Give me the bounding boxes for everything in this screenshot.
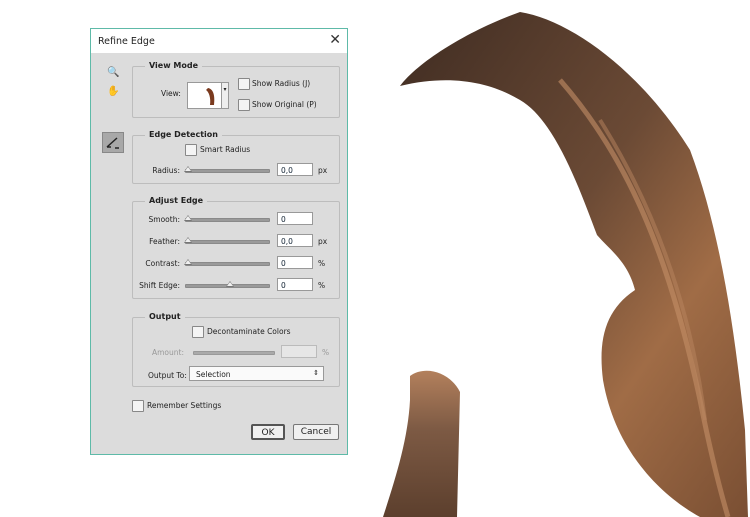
amount-unit: % [322,348,330,357]
cancel-button[interactable]: Cancel [293,424,339,440]
output-to-value: Selection [196,370,231,379]
amount-slider [193,351,275,355]
adjust-edge-slider-thumb[interactable] [184,237,192,243]
chevron-down-icon[interactable]: ▾ [221,83,228,108]
adjust-edge-slider[interactable] [185,262,270,266]
output-group: Output Decontaminate Colors Amount: % Ou… [132,312,340,387]
radius-input[interactable]: 0,0 [277,163,313,176]
title-bar[interactable]: Refine Edge ✕ [91,29,347,53]
adjust-edge-slider[interactable] [185,240,270,244]
view-label: View: [161,89,181,98]
show-radius-label: Show Radius (J) [252,79,311,88]
view-mode-label: View Mode [145,61,203,70]
adjust-edge-unit: % [318,281,326,290]
show-radius-checkbox[interactable] [238,78,250,90]
decontaminate-colors-checkbox[interactable] [192,326,204,338]
dialog-title: Refine Edge [98,36,155,47]
adjust-edge-row: Smooth: 0 [133,212,339,228]
adjust-edge-row-label: Smooth: [148,215,180,224]
remember-settings-checkbox[interactable] [132,400,144,412]
radius-label: Radius: [152,166,180,175]
close-icon[interactable]: ✕ [329,32,341,48]
refine-edge-dialog: Refine Edge ✕ 🔍 ✋ View Mode View: ▾ Show… [90,28,348,455]
adjust-edge-row-label: Shift Edge: [139,281,180,290]
adjust-edge-row-label: Feather: [149,237,180,246]
adjust-edge-label: Adjust Edge [145,196,208,205]
adjust-edge-input[interactable]: 0 [277,212,313,225]
select-arrows-icon: ⇕ [313,369,319,377]
adjust-edge-input[interactable]: 0,0 [277,234,313,247]
radius-slider-thumb[interactable] [184,166,192,172]
edge-detection-group: Edge Detection Smart Radius Radius: 0,0 … [132,130,340,184]
radius-slider[interactable] [185,169,270,173]
smart-radius-label: Smart Radius [200,145,251,154]
show-original-label: Show Original (P) [252,100,317,109]
smart-radius-checkbox[interactable] [185,144,197,156]
radius-unit: px [318,166,328,175]
adjust-edge-row: Contrast: 0 % [133,256,339,272]
edge-detection-label: Edge Detection [145,130,222,139]
output-to-label: Output To: [148,371,187,380]
adjust-edge-slider-thumb[interactable] [225,281,234,287]
adjust-edge-slider-thumb[interactable] [184,215,192,221]
ok-button[interactable]: OK [251,424,285,440]
adjust-edge-input[interactable]: 0 [277,278,313,291]
hand-tool-icon[interactable]: ✋ [107,86,119,97]
amount-input [281,345,317,358]
adjust-edge-input[interactable]: 0 [277,256,313,269]
amount-label: Amount: [152,348,184,357]
adjust-edge-unit: px [318,237,328,246]
zoom-tool-icon[interactable]: 🔍 [107,67,119,78]
adjust-edge-row-label: Contrast: [145,259,180,268]
output-to-select[interactable]: Selection ⇕ [189,366,324,381]
remember-settings-label: Remember Settings [147,401,222,410]
view-mode-thumbnail[interactable]: ▾ [187,82,229,109]
adjust-edge-row: Shift Edge: 0 % [133,278,339,294]
adjust-edge-slider-thumb[interactable] [184,259,192,265]
hair-piece-small [383,370,460,517]
adjust-edge-unit: % [318,259,326,268]
adjust-edge-row: Feather: 0,0 px [133,234,339,250]
decontaminate-colors-label: Decontaminate Colors [207,327,291,336]
view-mode-group: View Mode View: ▾ Show Radius (J) Show O… [132,61,340,118]
refine-radius-tool-icon[interactable] [102,132,124,153]
adjust-edge-group: Adjust Edge Smooth: 0 Feather: 0,0 px Con… [132,196,340,299]
output-label: Output [145,312,185,321]
show-original-checkbox[interactable] [238,99,250,111]
adjust-edge-slider[interactable] [185,218,270,222]
